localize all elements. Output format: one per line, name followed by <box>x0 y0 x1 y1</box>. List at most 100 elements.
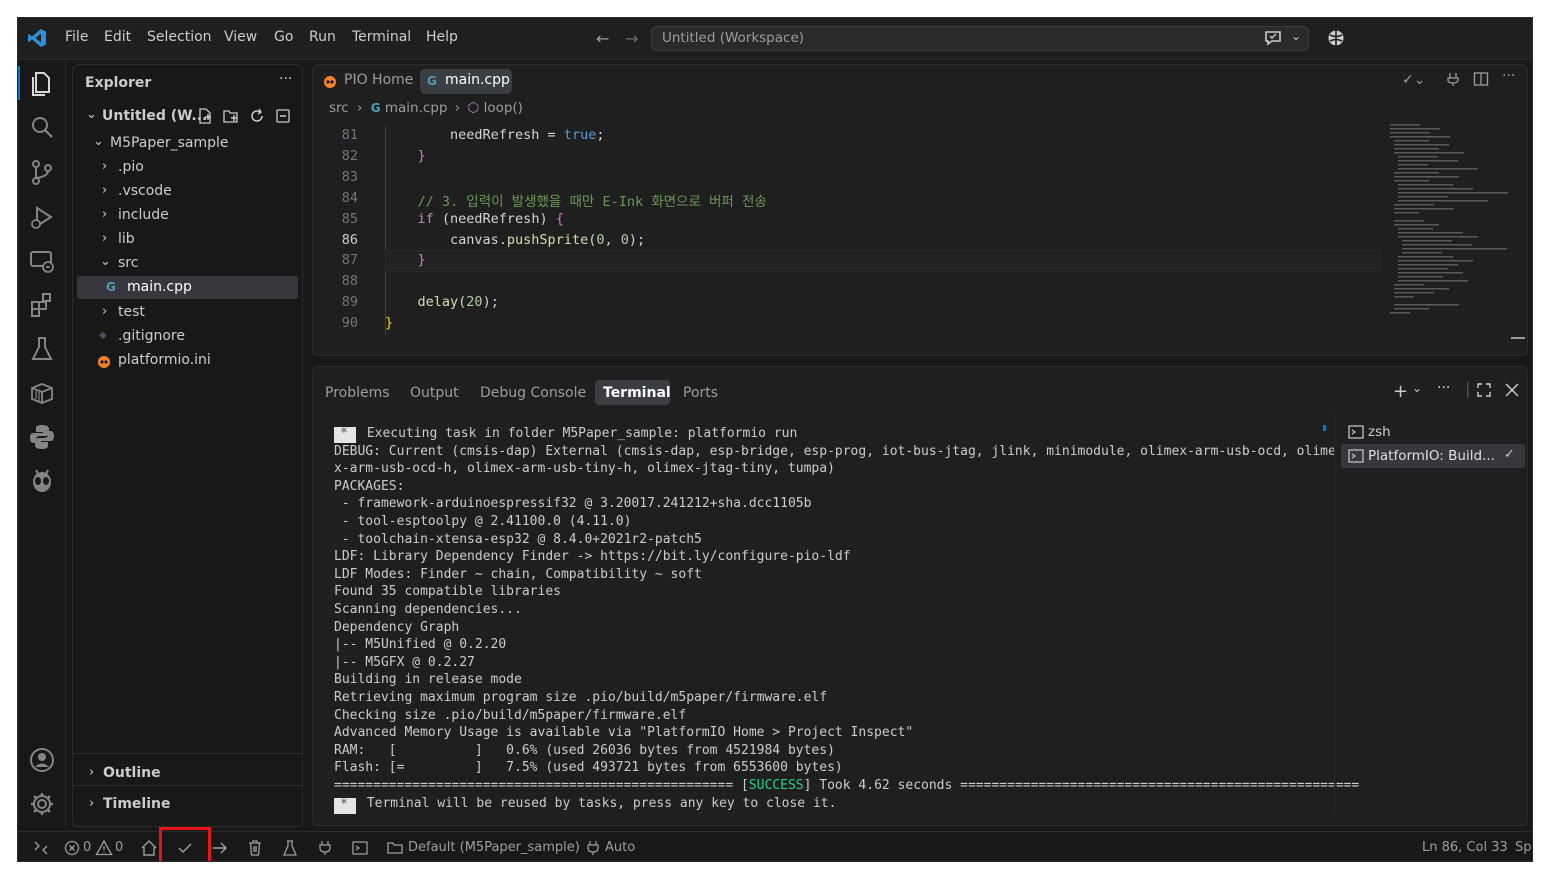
back-arrow-icon[interactable]: ← <box>596 29 609 48</box>
tree-item-gitignore[interactable]: .gitignore <box>118 328 185 344</box>
project-env-folder-icon[interactable] <box>386 839 404 857</box>
terminal-output[interactable]: * * Executing task in folder M5Paper_sam… <box>313 425 1359 825</box>
new-folder-icon[interactable] <box>223 108 239 128</box>
chevron-right-icon[interactable]: › <box>102 159 107 174</box>
extensions-icon[interactable] <box>27 290 57 320</box>
tree-item-vscode[interactable]: .vscode <box>118 183 172 199</box>
tree-item-platformio-ini[interactable]: platformio.ini <box>118 352 211 368</box>
tab-ports[interactable]: Ports <box>683 385 718 401</box>
menu-help[interactable]: Help <box>426 29 458 45</box>
pio-upload-icon[interactable] <box>1446 71 1460 91</box>
tree-item-lib[interactable]: lib <box>118 231 135 247</box>
collapse-all-icon[interactable] <box>275 108 291 128</box>
more-actions-icon[interactable]: ··· <box>279 71 292 87</box>
new-terminal-plus-icon[interactable]: + <box>1393 381 1408 402</box>
tab-pio-home[interactable]: PIO Home <box>317 69 417 94</box>
cursor-position[interactable]: Ln 86, Col 33 <box>1422 840 1508 855</box>
close-panel-icon[interactable] <box>1505 382 1519 401</box>
remote-indicator-icon[interactable] <box>32 839 50 857</box>
warning-count[interactable]: 0 <box>115 840 123 855</box>
build-check-icon[interactable] <box>176 839 194 857</box>
chevron-right-icon[interactable]: › <box>102 231 107 246</box>
menu-view[interactable]: View <box>224 29 257 45</box>
warning-icon[interactable] <box>95 839 113 857</box>
tab-output[interactable]: Output <box>410 385 459 401</box>
chevron-right-icon[interactable]: › <box>102 207 107 222</box>
cpp-file-icon: G <box>427 74 437 88</box>
terminal-icon[interactable] <box>351 839 369 857</box>
minimap[interactable] <box>1388 120 1518 350</box>
tab-main-cpp[interactable]: G main.cpp <box>420 69 512 94</box>
refresh-icon[interactable] <box>249 108 265 128</box>
manage-gear-icon[interactable] <box>27 789 57 819</box>
breadcrumb: src › G main.cpp › ⬡ loop() <box>329 100 523 116</box>
menu-selection[interactable]: Selection <box>147 29 212 45</box>
breadcrumb-src[interactable]: src <box>329 100 349 116</box>
terminal-list-item-build[interactable]: PlatformIO: Build... ✓ <box>1341 444 1525 468</box>
new-file-icon[interactable] <box>197 108 213 128</box>
upload-arrow-icon[interactable] <box>211 839 229 857</box>
menu-file[interactable]: File <box>65 29 88 45</box>
port-plug-icon[interactable] <box>584 839 602 857</box>
chevron-right-icon[interactable]: › <box>102 304 107 319</box>
breadcrumb-file[interactable]: main.cpp <box>385 100 448 116</box>
tree-item-src[interactable]: src <box>118 255 138 271</box>
source-control-icon[interactable] <box>27 157 57 187</box>
workspace-root[interactable]: Untitled (W... <box>102 108 207 124</box>
scrollbar-thumb[interactable] <box>1511 337 1525 339</box>
accounts-icon[interactable] <box>27 745 57 775</box>
tree-item-main-cpp: main.cpp <box>127 279 192 295</box>
tab-terminal[interactable]: Terminal <box>595 380 671 405</box>
outline-section[interactable]: Outline <box>103 765 161 781</box>
platformio-alien-icon[interactable] <box>27 466 57 496</box>
indentation-truncated[interactable]: Sp <box>1515 840 1532 855</box>
chevron-down-icon[interactable]: ⌄ <box>93 134 104 149</box>
split-editor-icon[interactable] <box>1473 71 1489 91</box>
command-center[interactable]: Untitled (Workspace) ⌄ <box>651 26 1309 51</box>
clean-trash-icon[interactable] <box>246 839 264 857</box>
testing-flask-icon[interactable] <box>27 334 57 364</box>
terminal-list-item-zsh[interactable]: zsh <box>1348 421 1527 443</box>
tree-item-main-cpp-row[interactable]: G main.cpp <box>77 276 298 299</box>
project-folder[interactable]: M5Paper_sample <box>110 135 229 151</box>
tree-item-pio[interactable]: .pio <box>118 159 144 175</box>
forward-arrow-icon[interactable]: → <box>625 29 638 48</box>
menu-edit[interactable]: Edit <box>104 29 131 45</box>
chevron-right-icon[interactable]: › <box>102 183 107 198</box>
chevron-down-icon[interactable]: ⌄ <box>1412 381 1422 395</box>
menu-terminal[interactable]: Terminal <box>352 29 411 45</box>
run-check-icon[interactable]: ✓⌄ <box>1402 72 1425 88</box>
menu-go[interactable]: Go <box>274 29 293 45</box>
tree-item-include[interactable]: include <box>118 207 169 223</box>
code-area[interactable]: 81 needRefresh = true; 82 } 83 84 // 3. 입력이… <box>313 127 1383 347</box>
chevron-down-icon[interactable]: ⌄ <box>1291 29 1301 43</box>
pio-home-icon[interactable] <box>140 839 158 857</box>
search-icon[interactable] <box>27 112 57 142</box>
serial-monitor-plug-icon[interactable] <box>316 839 334 857</box>
chevron-down-icon[interactable]: ⌄ <box>86 107 97 122</box>
copilot-chat-icon[interactable] <box>1263 29 1283 51</box>
chevron-right-icon[interactable]: › <box>89 796 94 811</box>
containers-icon[interactable] <box>27 378 57 408</box>
maximize-panel-icon[interactable] <box>1477 382 1491 401</box>
python-icon[interactable] <box>27 422 57 452</box>
breadcrumb-symbol[interactable]: loop() <box>484 100 523 116</box>
chevron-right-icon[interactable]: › <box>89 765 94 780</box>
tab-problems[interactable]: Problems <box>325 385 390 401</box>
error-icon[interactable] <box>63 839 81 857</box>
more-actions-icon[interactable]: ··· <box>1437 380 1450 396</box>
menu-run[interactable]: Run <box>309 29 336 45</box>
test-flask-icon[interactable] <box>281 839 299 857</box>
chevron-down-icon[interactable]: ⌄ <box>100 254 111 269</box>
remote-explorer-icon[interactable] <box>27 246 57 276</box>
accounts-globe-icon[interactable] <box>1326 28 1346 52</box>
explorer-icon[interactable] <box>27 68 57 98</box>
tab-debug-console[interactable]: Debug Console <box>480 385 586 401</box>
more-actions-icon[interactable]: ··· <box>1502 68 1515 84</box>
tree-item-test[interactable]: test <box>118 304 145 320</box>
error-count[interactable]: 0 <box>83 840 91 855</box>
timeline-section[interactable]: Timeline <box>103 796 171 812</box>
project-environment[interactable]: Default (M5Paper_sample) <box>408 840 580 855</box>
port-selector[interactable]: Auto <box>605 840 635 855</box>
run-debug-icon[interactable] <box>27 202 57 232</box>
